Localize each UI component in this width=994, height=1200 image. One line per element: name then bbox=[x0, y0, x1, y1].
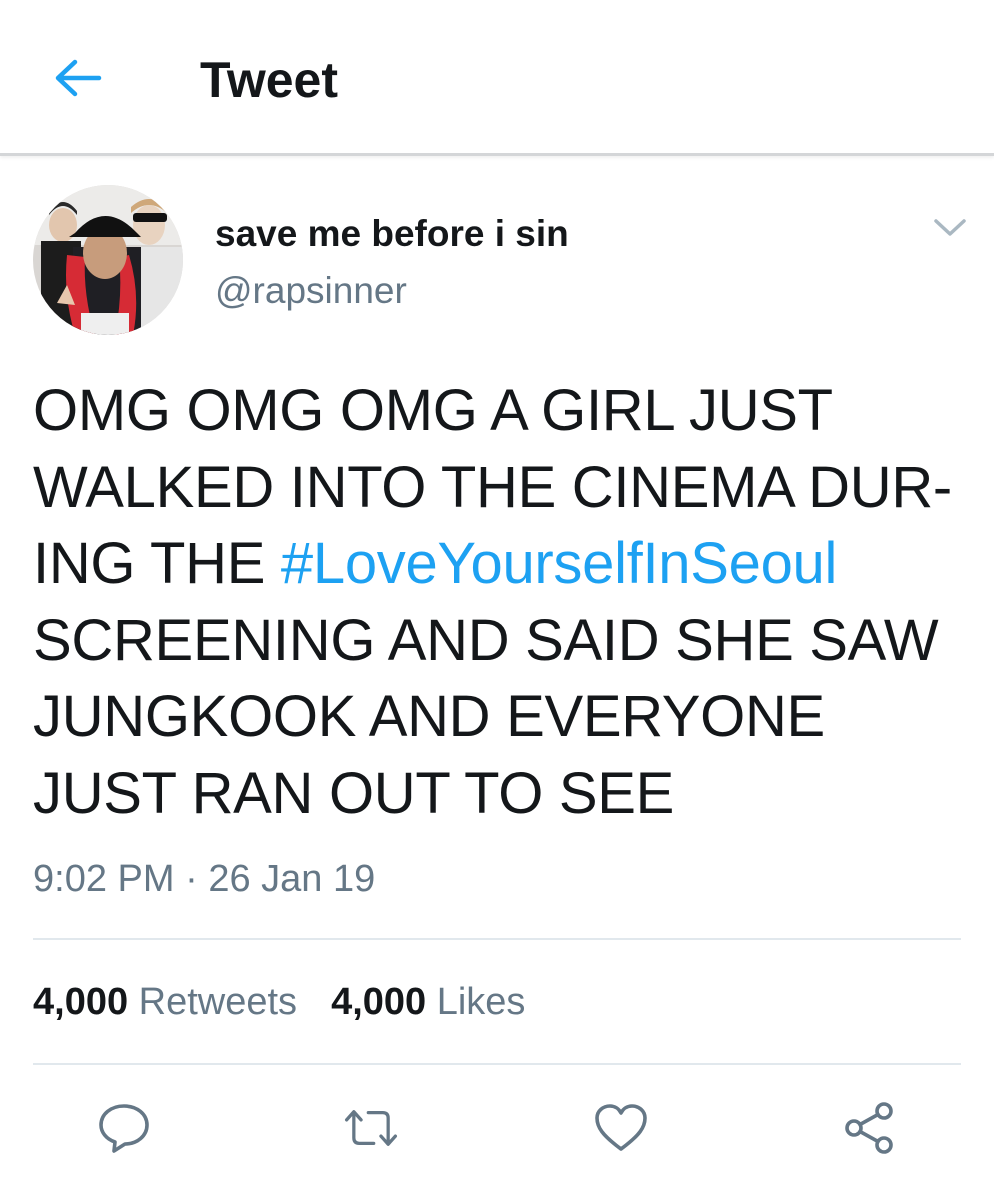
avatar-photo bbox=[33, 185, 183, 335]
retweets-label: Retweets bbox=[138, 981, 298, 1023]
tweet-menu-button[interactable] bbox=[930, 212, 970, 244]
retweets-stat[interactable]: 4,000 Retweets bbox=[33, 981, 297, 1023]
share-icon bbox=[845, 1102, 893, 1154]
hashtag-link[interactable]: #LoveYourselfInSeoul bbox=[281, 531, 837, 596]
likes-count: 4,000 bbox=[331, 981, 427, 1023]
tweet-line: SCREENING AND SAID SHE SAW bbox=[33, 607, 939, 673]
likes-stat[interactable]: 4,000 Likes bbox=[331, 981, 525, 1023]
heart-icon bbox=[595, 1104, 647, 1151]
retweet-button[interactable] bbox=[343, 1100, 399, 1156]
tweet-line: ING THE #LoveYourselfInSeoul bbox=[33, 526, 968, 603]
divider bbox=[33, 1063, 961, 1065]
tweet-line: JUST RAN OUT TO SEE bbox=[33, 760, 675, 826]
tweet-line-text: ING THE bbox=[33, 531, 281, 597]
tweet-line: JUNGKOOK AND EVERYONE bbox=[33, 684, 825, 750]
retweet-icon bbox=[344, 1110, 398, 1146]
divider bbox=[33, 938, 961, 940]
tweet-line: WALKED INTO THE CINEMA DUR- bbox=[33, 454, 952, 520]
reply-button[interactable] bbox=[96, 1100, 152, 1156]
back-button[interactable] bbox=[50, 52, 106, 104]
top-app-bar: Tweet bbox=[0, 0, 994, 156]
page-title: Tweet bbox=[200, 52, 338, 108]
timestamp-separator: · bbox=[185, 858, 198, 900]
author-display-name[interactable]: save me before i sin bbox=[215, 210, 569, 258]
retweets-count: 4,000 bbox=[33, 981, 129, 1023]
arrow-left-icon bbox=[55, 59, 102, 97]
share-button[interactable] bbox=[842, 1100, 898, 1156]
tweet-date: 26 Jan 19 bbox=[208, 858, 376, 900]
avatar[interactable] bbox=[33, 185, 183, 335]
reply-icon bbox=[99, 1104, 149, 1153]
tweet-timestamp: 9:02 PM · 26 Jan 19 bbox=[33, 855, 375, 903]
likes-label: Likes bbox=[436, 981, 526, 1023]
tweet-time: 9:02 PM bbox=[33, 858, 175, 900]
tweet-line: OMG OMG OMG A GIRL JUST bbox=[33, 378, 833, 443]
chevron-down-icon bbox=[934, 219, 966, 236]
author-handle[interactable]: @rapsinner bbox=[215, 267, 407, 315]
like-button[interactable] bbox=[593, 1100, 649, 1156]
engagement-stats: 4,000 Retweets 4,000 Likes bbox=[33, 978, 525, 1026]
tweet-text: OMG OMG OMG A GIRL JUST WALKED INTO THE … bbox=[33, 373, 968, 833]
